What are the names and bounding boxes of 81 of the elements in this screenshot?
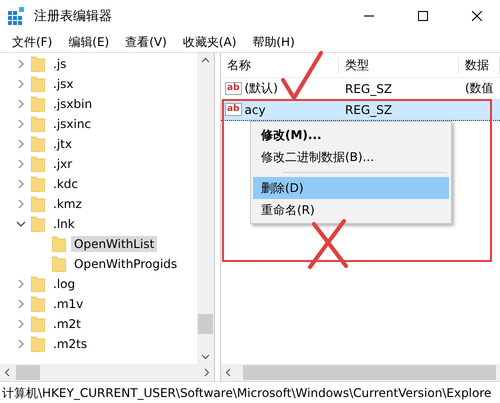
- tree-item[interactable]: .jsx: [50, 76, 77, 92]
- folder-icon: [31, 136, 45, 152]
- maximize-icon[interactable]: [418, 11, 428, 21]
- context-menu-item[interactable]: 删除(D): [253, 177, 449, 199]
- value-row[interactable]: ab (默认) REG_SZ (数值: [221, 78, 500, 99]
- horizontal-scrollbar[interactable]: [221, 364, 500, 381]
- folder-icon: [31, 176, 45, 192]
- tree-item[interactable]: OpenWithList: [71, 236, 158, 252]
- menu-item[interactable]: 文件(F): [4, 34, 60, 50]
- folder-icon: [31, 316, 45, 332]
- tree-item[interactable]: .jsxinc: [50, 116, 94, 132]
- scroll-left-icon[interactable]: [225, 368, 231, 377]
- context-menu-item[interactable]: 修改二进制数据(B)...: [253, 146, 449, 168]
- tree-item[interactable]: OpenWithProgids: [71, 256, 180, 272]
- status-bar: 计算机\HKEY_CURRENT_USER\Software\Microsoft\Windows\CurrentVersion\Explore: [0, 381, 500, 403]
- vertical-scrollbar[interactable]: [197, 53, 214, 364]
- chevron-right-icon[interactable]: [16, 139, 26, 149]
- folder-icon: [31, 156, 45, 172]
- column-header[interactable]: 类型: [339, 56, 459, 74]
- value-data: (数值: [464, 80, 495, 97]
- context-menu-item[interactable]: 重命名(R): [253, 199, 449, 221]
- chevron-right-icon[interactable]: [16, 319, 26, 329]
- menu-item[interactable]: 查看(V): [117, 34, 175, 50]
- tree-item[interactable]: .kdc: [50, 176, 81, 192]
- checkmark-annotation: [280, 50, 324, 102]
- folder-icon: [31, 196, 45, 212]
- value-row[interactable]: ab acy REG_SZ: [221, 99, 500, 121]
- tree-item[interactable]: .m2t: [50, 316, 84, 332]
- scrollbar-thumb[interactable]: [243, 365, 496, 380]
- value-name: acy: [244, 102, 266, 116]
- tree-item[interactable]: .kmz: [50, 196, 85, 212]
- value-type: REG_SZ: [344, 82, 394, 96]
- context-menu-item[interactable]: 修改(M)...: [253, 124, 449, 146]
- folder-icon: [31, 336, 45, 352]
- folder-icon: [31, 216, 45, 232]
- menu-item[interactable]: 编辑(E): [60, 34, 118, 50]
- chevron-right-icon[interactable]: [16, 119, 26, 129]
- value-name: (默认): [244, 80, 278, 97]
- tree-item[interactable]: .lnk: [50, 216, 78, 232]
- scroll-left-icon[interactable]: [4, 368, 10, 377]
- tree-item[interactable]: .log: [50, 276, 78, 292]
- tree-item[interactable]: .m1v: [50, 296, 86, 312]
- value-type: REG_SZ: [344, 102, 394, 116]
- close-icon[interactable]: [472, 11, 482, 21]
- folder-icon: [31, 56, 45, 72]
- folder-icon: [31, 276, 45, 292]
- chevron-right-icon[interactable]: [16, 99, 26, 109]
- chevron-right-icon[interactable]: [16, 279, 26, 289]
- registry-editor-icon: [8, 7, 26, 25]
- folder-icon: [31, 116, 45, 132]
- string-value-icon: ab: [225, 82, 242, 95]
- folder-icon: [31, 296, 45, 312]
- folder-icon: [31, 96, 45, 112]
- column-header[interactable]: 名称: [221, 56, 339, 74]
- scroll-right-icon[interactable]: [204, 368, 210, 377]
- scrollbar-thumb[interactable]: [198, 314, 213, 334]
- tree-item[interactable]: .jsxbin: [50, 96, 96, 112]
- chevron-right-icon[interactable]: [16, 199, 26, 209]
- tree-item[interactable]: .jtx: [50, 136, 75, 152]
- chevron-right-icon[interactable]: [16, 59, 26, 69]
- horizontal-scrollbar[interactable]: [0, 364, 214, 381]
- chevron-right-icon[interactable]: [16, 159, 26, 169]
- scrollbar-thumb[interactable]: [16, 365, 40, 380]
- menu-item[interactable]: 帮助(H): [244, 34, 303, 50]
- chevron-right-icon[interactable]: [16, 79, 26, 89]
- folder-icon: [52, 256, 66, 272]
- chevron-right-icon[interactable]: [16, 339, 26, 349]
- window-title: 注册表编辑器: [34, 8, 112, 25]
- scroll-down-icon[interactable]: [201, 354, 210, 360]
- tree-item[interactable]: .jxr: [50, 156, 76, 172]
- scroll-up-icon[interactable]: [201, 57, 210, 63]
- chevron-right-icon[interactable]: [16, 299, 26, 309]
- menu-item[interactable]: 收藏夹(A): [174, 34, 244, 50]
- string-value-icon: ab: [225, 103, 242, 116]
- tree-item[interactable]: .m2ts: [50, 336, 90, 352]
- tree-item[interactable]: .js: [50, 56, 70, 72]
- chevron-down-icon[interactable]: [16, 219, 26, 229]
- folder-icon: [31, 76, 45, 92]
- folder-icon: [52, 236, 66, 252]
- chevron-right-icon[interactable]: [16, 179, 26, 189]
- column-header[interactable]: 数据: [459, 56, 500, 74]
